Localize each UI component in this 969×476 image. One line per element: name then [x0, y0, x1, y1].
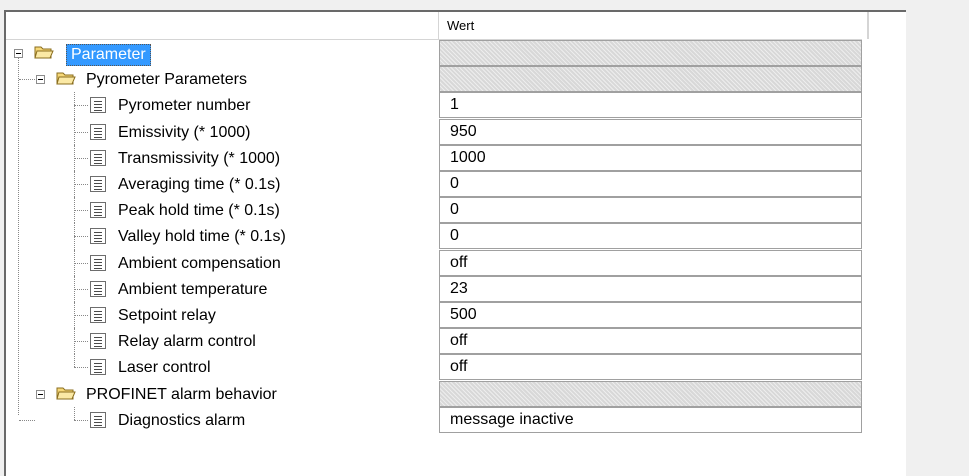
parameter-label: Averaging time (* 0.1s)	[118, 176, 281, 193]
tree-connector	[74, 171, 75, 198]
parameter-icon	[90, 202, 106, 219]
table-row[interactable]: Transmissivity (* 1000) 1000	[6, 144, 906, 171]
tree-connector	[74, 184, 88, 185]
tree-connector	[74, 262, 88, 264]
tree-connector	[74, 118, 75, 145]
tree-connector	[74, 210, 88, 212]
parameter-icon	[90, 307, 106, 323]
table-row[interactable]: Averaging time (* 0.1s) 0	[6, 171, 906, 198]
tree-connector	[74, 367, 88, 369]
parameter-label: Ambient temperature	[118, 280, 268, 298]
tree-connector	[19, 79, 35, 81]
table-row[interactable]: Ambient temperature 23	[6, 275, 906, 302]
header-value-column[interactable]: Wert	[439, 12, 868, 39]
parameter-value-cell[interactable]: 0	[439, 223, 862, 250]
tree-root-row[interactable]: Parameter	[6, 40, 906, 66]
parameter-value-cell[interactable]: 1000	[439, 144, 862, 171]
tree-connector	[74, 144, 75, 171]
parameter-icon	[90, 359, 106, 376]
tree-connector	[74, 406, 75, 420]
collapse-minus-icon[interactable]	[14, 49, 23, 58]
table-row[interactable]: Emissivity (* 1000) 950	[6, 118, 906, 145]
parameter-label: Relay alarm control	[118, 333, 256, 351]
parameter-icon	[90, 228, 106, 245]
parameter-value-cell[interactable]: 23	[439, 275, 862, 302]
tree-connector	[74, 131, 88, 133]
parameter-label: Peak hold time (* 0.1s)	[118, 202, 280, 220]
parameter-value-cell[interactable]: 1	[439, 92, 862, 119]
parameter-value-cell[interactable]: 0	[439, 171, 862, 197]
tree-connector	[74, 157, 88, 159]
tree-connector	[74, 288, 88, 290]
header-extra-column[interactable]	[868, 12, 906, 39]
parameter-label: Setpoint relay	[118, 307, 216, 324]
parameter-icon	[90, 149, 106, 166]
table-row[interactable]: Valley hold time (* 0.1s) 0	[6, 223, 906, 250]
open-folder-icon	[34, 44, 54, 60]
parameter-icon	[90, 97, 106, 114]
parameter-label: Transmissivity (* 1000)	[118, 149, 281, 167]
parameter-icon	[90, 254, 106, 271]
parameter-label: Laser control	[118, 359, 211, 377]
parameter-icon	[90, 176, 106, 192]
collapse-minus-icon[interactable]	[36, 389, 45, 399]
group-value-cell[interactable]	[439, 66, 862, 93]
tree-connector	[19, 419, 35, 421]
table-row[interactable]: Ambient compensation off	[6, 249, 906, 276]
tree-folder-label: PROFINET alarm behavior	[86, 385, 277, 403]
tree-connector	[74, 354, 75, 368]
tree-connector	[74, 302, 75, 329]
tree-group-row[interactable]: PROFINET alarm behavior	[6, 380, 906, 407]
table-row[interactable]: Pyrometer number 1	[6, 92, 906, 119]
tree-connector	[74, 315, 88, 316]
table-header: Wert	[6, 12, 869, 40]
parameter-value-cell[interactable]: 0	[439, 197, 862, 224]
collapse-minus-icon[interactable]	[36, 75, 45, 85]
parameter-label: Diagnostics alarm	[118, 411, 246, 429]
group-value-cell[interactable]	[439, 380, 862, 407]
tree-connector	[74, 92, 75, 119]
open-folder-icon	[56, 385, 76, 401]
tree-folder-label: Pyrometer Parameters	[86, 71, 247, 89]
parameter-value-cell[interactable]: off	[439, 249, 862, 276]
open-folder-icon	[56, 70, 76, 86]
parameter-value-cell[interactable]: 500	[439, 302, 862, 328]
tree-connector	[74, 275, 75, 302]
table-row[interactable]: Peak hold time (* 0.1s) 0	[6, 197, 906, 224]
tree-connector	[74, 197, 75, 224]
tree-connector	[74, 249, 75, 276]
table-row[interactable]: Diagnostics alarm message inactive	[6, 406, 906, 433]
parameter-value-cell[interactable]: message inactive	[439, 406, 862, 433]
parameter-tree-view: Wert Parameter Pyrometer Parameters Pyrome…	[4, 10, 906, 476]
parameter-icon	[90, 333, 106, 350]
parameter-label: Ambient compensation	[118, 254, 281, 272]
tree-folder-label: Parameter	[66, 44, 151, 66]
tree-connector	[74, 328, 75, 355]
parameter-value-cell[interactable]: 950	[439, 118, 862, 145]
table-row[interactable]: Relay alarm control off	[6, 328, 906, 355]
tree-connector	[74, 105, 88, 107]
parameter-value-cell[interactable]: off	[439, 354, 862, 381]
parameter-label: Valley hold time (* 0.1s)	[118, 228, 286, 246]
parameter-icon	[90, 411, 106, 428]
parameter-value-cell[interactable]: off	[439, 328, 862, 355]
tree-connector	[74, 236, 88, 238]
parameter-label: Emissivity (* 1000)	[118, 123, 251, 141]
tree-connector	[74, 341, 88, 343]
tree-group-row[interactable]: Pyrometer Parameters	[6, 66, 906, 93]
tree-connector	[18, 58, 19, 415]
table-row[interactable]: Setpoint relay 500	[6, 302, 906, 329]
tree-connector	[74, 419, 88, 421]
group-value-cell[interactable]	[439, 40, 862, 66]
parameter-icon	[90, 280, 106, 297]
parameter-icon	[90, 123, 106, 140]
table-row[interactable]: Laser control off	[6, 354, 906, 381]
tree-connector	[74, 223, 75, 250]
header-name-column[interactable]	[6, 12, 439, 39]
parameter-label: Pyrometer number	[118, 97, 251, 115]
